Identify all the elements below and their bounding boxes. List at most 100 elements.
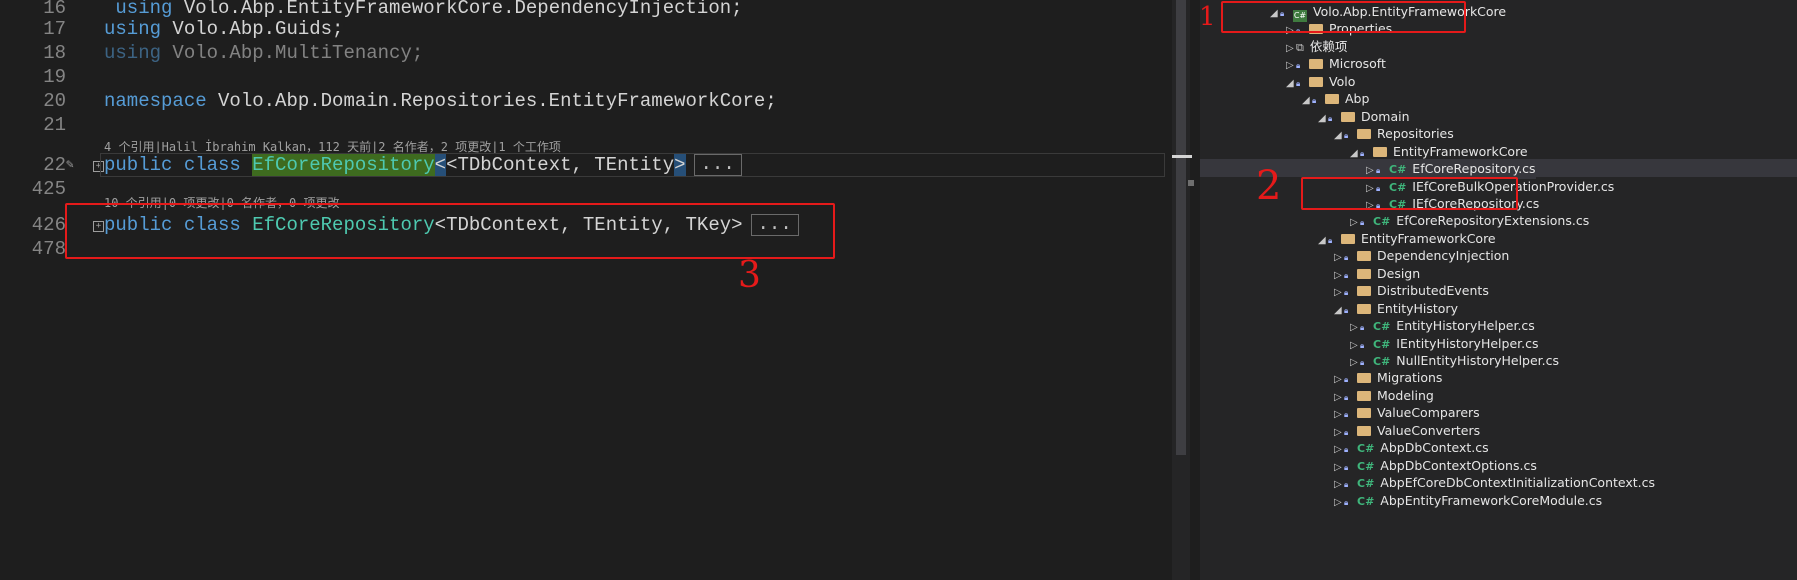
collapse-arrow-icon[interactable]: ◢ <box>1302 91 1312 111</box>
tree-item-label: EntityHistoryHelper.cs <box>1396 318 1535 334</box>
line-number: 478 <box>31 238 66 260</box>
collapsed-region[interactable]: ... <box>750 213 799 236</box>
folder-icon <box>1309 59 1323 70</box>
tree-item-label: EntityFrameworkCore <box>1393 143 1528 159</box>
folder-icon <box>1309 76 1323 87</box>
tree-item-label: 依赖项 <box>1309 38 1348 54</box>
class-name: EfCoreRepository <box>252 154 435 176</box>
code-line[interactable]: using Volo.Abp.MultiTenancy; <box>104 41 423 65</box>
collapsed-region[interactable]: ... <box>693 153 742 176</box>
annotation-mark: 3 <box>738 255 761 296</box>
scroll-marker <box>1172 155 1192 158</box>
collapse-arrow-icon[interactable]: ◢ <box>1318 109 1328 129</box>
folder-icon <box>1357 129 1371 140</box>
tree-item-label: NullEntityHistoryHelper.cs <box>1396 353 1560 368</box>
folder-icon <box>1373 146 1387 157</box>
keyword: using <box>104 18 173 40</box>
quick-action-icon[interactable]: ✎ <box>66 157 74 172</box>
tree-item-label: AbpEntityFrameworkCoreModule.cs <box>1380 492 1603 508</box>
line-number: 20 <box>43 90 66 112</box>
folder-icon <box>1357 408 1371 419</box>
collapse-arrow-icon[interactable]: ◢ <box>1286 74 1296 94</box>
folder-icon <box>1357 303 1371 314</box>
folder-icon <box>1325 94 1339 105</box>
class-name: EfCoreRepository <box>252 214 435 236</box>
lock-icon: 🔒︎ <box>1344 497 1349 507</box>
line-number: 425 <box>31 178 66 200</box>
tree-item-label: Abp <box>1345 91 1370 107</box>
solution-explorer[interactable]: ◢ 🔒︎ C# Volo.Abp.EntityFrameworkCore ▷ 🔒︎ Prop… <box>1200 0 1797 580</box>
collapse-arrow-icon[interactable]: ◢ <box>1350 144 1360 164</box>
folder-icon <box>1357 373 1371 384</box>
generic-params: <<TDbContext, TEntity <box>434 154 675 176</box>
code-line[interactable]: public class EfCoreRepository<<TDbContex… <box>104 153 742 177</box>
tree-item-label: AbpDbContextOptions.cs <box>1380 457 1537 473</box>
collapse-arrow-icon[interactable]: ◢ <box>1270 4 1280 24</box>
code-identifier: Volo.Abp.Domain.Repositories.EntityFrame… <box>218 90 777 112</box>
tree-item-label: AbpDbContext.cs <box>1380 440 1489 456</box>
annotation-mark: 2 <box>1256 163 1282 209</box>
collapse-arrow-icon[interactable]: ◢ <box>1334 126 1344 146</box>
tree-item[interactable]: ▷ 🔒︎ C# AbpEntityFrameworkCoreModule.cs <box>1334 491 1602 511</box>
folder-icon <box>1357 425 1371 436</box>
code-text: namespace Volo.Abp.Domain.Repositories.E… <box>104 90 777 112</box>
tree-item-label: ValueConverters <box>1377 422 1481 438</box>
line-number: 19 <box>43 66 66 88</box>
folder-icon <box>1341 111 1355 122</box>
tree-item-label: Volo.Abp.EntityFrameworkCore <box>1313 4 1507 19</box>
tree-item-label: Modeling <box>1377 387 1434 403</box>
code-editor[interactable]: 16 using Volo.Abp.EntityFrameworkCore.De… <box>0 0 1172 580</box>
keyword: public class <box>104 154 253 176</box>
tree-item-label: ValueComparers <box>1377 405 1480 421</box>
code-line[interactable]: namespace Volo.Abp.Domain.Repositories.E… <box>104 89 777 113</box>
code-line[interactable]: public class EfCoreRepository<TDbContext… <box>104 213 799 237</box>
tree-item-label: Volo <box>1329 73 1356 89</box>
folder-icon <box>1357 390 1371 401</box>
expand-arrow-icon[interactable]: ▷ <box>1334 493 1344 513</box>
folder-icon <box>1357 251 1371 262</box>
keyword: public class <box>104 214 253 236</box>
tree-item-label: IEfCoreBulkOperationProvider.cs <box>1412 178 1615 194</box>
line-number: 22 <box>43 154 66 176</box>
tree-item-label: Repositories <box>1377 126 1454 142</box>
line-number: 18 <box>43 42 66 64</box>
tree-item-label: IEntityHistoryHelper.cs <box>1396 335 1539 351</box>
expand-icon[interactable]: + <box>93 221 104 232</box>
tree-item-label: EntityFrameworkCore <box>1361 230 1496 246</box>
tree-item-label: Microsoft <box>1329 56 1386 72</box>
collapse-arrow-icon[interactable]: ◢ <box>1318 231 1328 251</box>
tree-item-label: EntityHistory <box>1377 300 1458 316</box>
keyword: using <box>104 42 173 64</box>
annotation-mark: 1 <box>1199 2 1216 32</box>
code-identifier: Volo.Abp.Guids; <box>172 18 344 40</box>
tree-item-label: IEfCoreRepository.cs <box>1412 195 1540 211</box>
code-line[interactable]: using Volo.Abp.Guids; <box>104 17 343 41</box>
code-identifier: Volo.Abp.MultiTenancy; <box>172 42 424 64</box>
tree-item-label: Domain <box>1361 108 1410 124</box>
folder-icon <box>1357 268 1371 279</box>
code-text: using Volo.Abp.Guids; <box>104 18 343 40</box>
tree-item-label: EfCoreRepository.cs <box>1412 161 1536 177</box>
folder-icon <box>1309 24 1323 35</box>
code-text: using Volo.Abp.MultiTenancy; <box>104 42 423 64</box>
tree-item-label: DependencyInjection <box>1377 248 1510 264</box>
tree-item-label: Properties <box>1329 21 1393 37</box>
tree-item-label: Migrations <box>1377 370 1443 386</box>
collapse-arrow-icon[interactable]: ◢ <box>1334 301 1344 321</box>
line-number: 426 <box>31 214 66 236</box>
scroll-marker <box>1188 180 1194 186</box>
folder-icon <box>1341 233 1355 244</box>
scrollbar-thumb[interactable] <box>1176 0 1186 455</box>
generic-text: <TDbContext, TEntity <box>446 154 675 176</box>
tree-item-label: EfCoreRepositoryExtensions.cs <box>1396 213 1590 229</box>
tree-item-label: DistributedEvents <box>1377 283 1489 299</box>
tree-item-label: AbpEfCoreDbContextInitializationContext.… <box>1380 475 1656 491</box>
codelens-info[interactable]: 10 个引用|0 项更改|0 名作者，0 项更改 <box>104 194 339 211</box>
generic-close: > <box>674 154 686 176</box>
tree-item-label: Design <box>1377 265 1421 281</box>
line-number: 17 <box>43 18 66 40</box>
folder-icon <box>1357 286 1371 297</box>
csharp-file-icon: C# <box>1357 494 1375 508</box>
line-number: 21 <box>43 114 66 136</box>
generic-params: <TDbContext, TEntity, TKey> <box>434 214 743 236</box>
